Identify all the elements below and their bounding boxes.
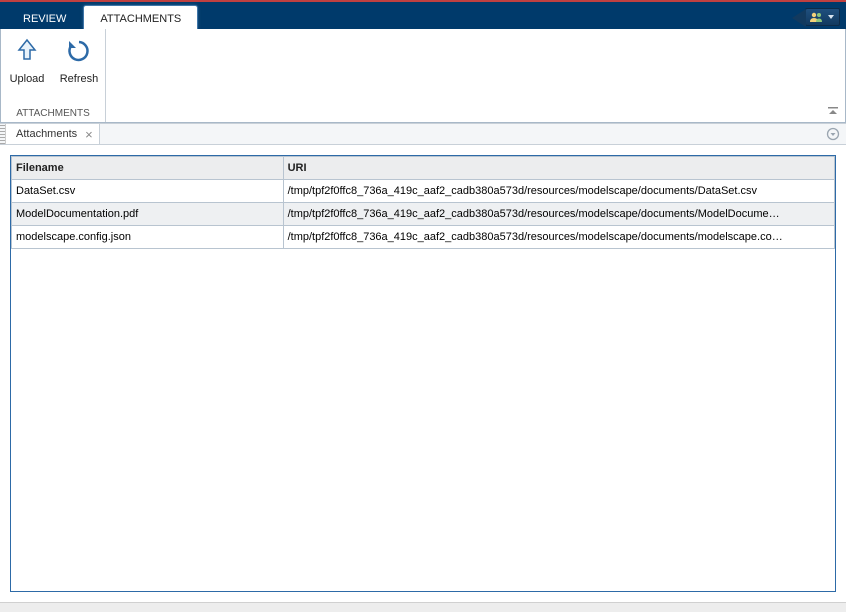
upload-button[interactable]: Upload (5, 33, 49, 85)
table-row[interactable]: DataSet.csv /tmp/tpf2f0ffc8_736a_419c_aa… (12, 180, 835, 203)
column-header-filename[interactable]: Filename (12, 157, 284, 180)
top-tab-bar: REVIEW ATTACHMENTS (0, 0, 846, 29)
cell-uri: /tmp/tpf2f0ffc8_736a_419c_aaf2_cadb380a5… (283, 180, 834, 203)
refresh-icon (65, 37, 93, 65)
table-row[interactable]: modelscape.config.json /tmp/tpf2f0ffc8_7… (12, 226, 835, 249)
tab-review[interactable]: REVIEW (6, 5, 83, 29)
ribbon-toolbar: Upload Refresh ATTACHMENTS (0, 29, 846, 123)
table-area: Filename URI DataSet.csv /tmp/tpf2f0ffc8… (0, 145, 846, 602)
chevron-down-icon (827, 11, 835, 23)
upload-icon (13, 37, 41, 65)
attachments-table-frame: Filename URI DataSet.csv /tmp/tpf2f0ffc8… (10, 155, 836, 592)
attachments-table: Filename URI DataSet.csv /tmp/tpf2f0ffc8… (11, 156, 835, 249)
refresh-button[interactable]: Refresh (57, 33, 101, 85)
table-row[interactable]: ModelDocumentation.pdf /tmp/tpf2f0ffc8_7… (12, 203, 835, 226)
ribbon-group-label: ATTACHMENTS (16, 104, 90, 122)
cell-uri: /tmp/tpf2f0ffc8_736a_419c_aaf2_cadb380a5… (283, 226, 834, 249)
table-header-row: Filename URI (12, 157, 835, 180)
document-tab-label: Attachments (16, 128, 77, 140)
cell-filename: DataSet.csv (12, 180, 284, 203)
upload-label: Upload (10, 73, 45, 85)
document-tab-attachments[interactable]: Attachments × (6, 124, 100, 144)
cell-filename: modelscape.config.json (12, 226, 284, 249)
collapse-ribbon-button[interactable] (827, 106, 839, 118)
collapse-icon (827, 106, 839, 118)
column-header-uri[interactable]: URI (283, 157, 834, 180)
ribbon-group-attachments: Upload Refresh ATTACHMENTS (1, 29, 106, 122)
top-tabs: REVIEW ATTACHMENTS (0, 2, 198, 29)
close-tab-button[interactable]: × (85, 128, 93, 141)
tab-attachments[interactable]: ATTACHMENTS (83, 5, 198, 29)
circle-chevron-icon (826, 127, 840, 141)
refresh-label: Refresh (60, 73, 99, 85)
document-tab-bar: Attachments × (0, 123, 846, 145)
user-menu-dropdown[interactable] (805, 8, 840, 26)
status-bar (0, 602, 846, 612)
cell-uri: /tmp/tpf2f0ffc8_736a_419c_aaf2_cadb380a5… (283, 203, 834, 226)
cell-filename: ModelDocumentation.pdf (12, 203, 284, 226)
tab-options-button[interactable] (826, 127, 840, 144)
users-icon (810, 11, 824, 23)
